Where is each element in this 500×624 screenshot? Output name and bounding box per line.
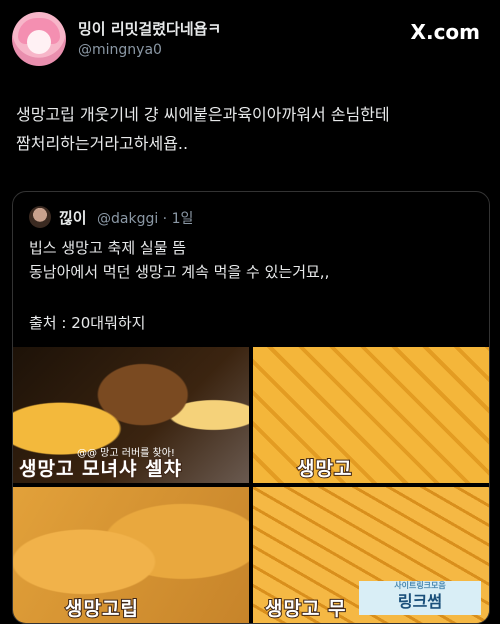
- profile-avatar[interactable]: [12, 12, 66, 66]
- display-name[interactable]: 밍이 리밋걸렸다네욥ㅋ: [78, 18, 221, 39]
- photo-3[interactable]: 생망고립: [13, 487, 249, 623]
- photo-grid: @@ 망고 러버를 찾아! 생망고 모녀샤 셀챠 생망고 생망고립 생망고 무 …: [13, 347, 489, 623]
- avatar-face: [27, 30, 51, 54]
- tweet-text: 생망고립 개웃기네 걍 씨에붙은과육이아까워서 손님한테 짬처리하는거라고하세욥…: [16, 105, 390, 153]
- photo-4-caption: 생망고 무: [264, 597, 347, 621]
- photo-3-caption: 생망고립: [64, 597, 139, 621]
- user-handle[interactable]: @mingnya0: [78, 42, 162, 58]
- photo-2-caption: 생망고: [296, 457, 353, 481]
- photo-1[interactable]: @@ 망고 러버를 찾아! 생망고 모녀샤 셀챠: [13, 347, 249, 483]
- photo-1-caption: 생망고 모녀샤 셀챠: [18, 457, 183, 481]
- quote-handle-time: @dakggi · 1일: [97, 211, 194, 227]
- watermark-badge: 사이트링크모음 링크썸: [359, 581, 481, 615]
- quote-display-name[interactable]: 낂이: [59, 207, 87, 228]
- quote-avatar[interactable]: [29, 206, 51, 228]
- brand-text: X.com: [410, 20, 480, 44]
- watermark-main: 링크썸: [397, 592, 443, 611]
- photo-2[interactable]: 생망고: [253, 347, 489, 483]
- quoted-tweet[interactable]: 낂이 @dakggi · 1일 빕스 생망고 축제 실물 뜸 동남아에서 먹던 …: [12, 191, 490, 624]
- brand-logo: X.com: [411, 20, 480, 44]
- quote-text: 빕스 생망고 축제 실물 뜸 동남아에서 먹던 생망고 계속 먹을 수 있는거묘…: [29, 239, 330, 281]
- quote-source: 출처 : 20대뭐하지: [29, 314, 146, 332]
- watermark-top: 사이트링크모음: [394, 581, 446, 590]
